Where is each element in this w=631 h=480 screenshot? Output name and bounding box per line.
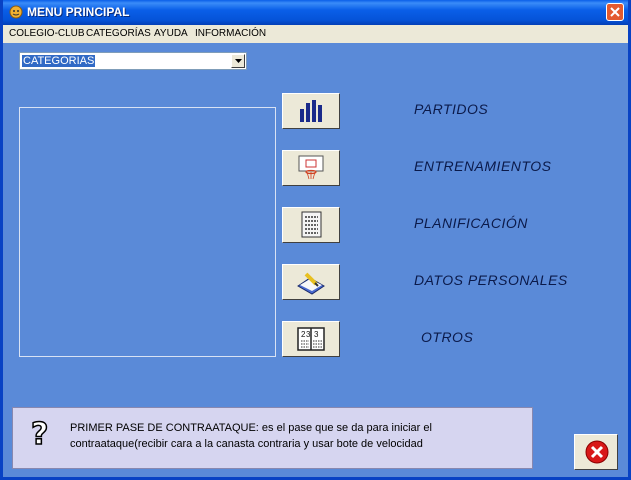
categories-dropdown-value: CATEGORIAS [22, 55, 96, 67]
otros-label: OTROS [421, 329, 474, 345]
notepad-pen-icon [297, 272, 325, 295]
app-icon [9, 5, 23, 19]
close-icon [610, 7, 620, 17]
dropdown-arrow-button[interactable] [231, 54, 245, 68]
partidos-label: PARTIDOS [414, 101, 489, 117]
svg-text:3: 3 [314, 330, 319, 339]
window-close-button[interactable] [606, 3, 624, 21]
categories-dropdown[interactable]: CATEGORIAS [19, 52, 247, 70]
menu-ayuda[interactable]: AYUDA [154, 28, 188, 39]
title-bar[interactable]: MENU PRINCIPAL [3, 0, 628, 25]
menu-categorias[interactable]: CATEGORÍAS [86, 28, 151, 39]
exit-button[interactable] [574, 434, 618, 470]
bar-chart-icon [300, 100, 322, 122]
menu-colegio-club[interactable]: COLEGIO-CLUB [9, 28, 85, 39]
window-title: MENU PRINCIPAL [27, 5, 130, 19]
calendar-book-icon: 2 3 3 [297, 327, 325, 351]
question-icon: ? [30, 418, 49, 448]
entrenamientos-label: ENTRENAMIENTOS [414, 158, 552, 174]
menu-informacion[interactable]: INFORMACIÓN [195, 28, 266, 39]
partidos-button[interactable] [282, 93, 340, 129]
basketball-hoop-icon [298, 155, 324, 180]
exit-x-icon [585, 440, 609, 464]
main-window: MENU PRINCIPAL COLEGIO-CLUB CATEGORÍAS A… [0, 0, 631, 480]
entrenamientos-button[interactable] [282, 150, 340, 186]
svg-text:3: 3 [306, 330, 311, 339]
tip-panel: ? PRIMER PASE DE CONTRAATAQUE: es el pas… [12, 407, 533, 469]
datos-personales-label: DATOS PERSONALES [414, 272, 568, 288]
menu-bar: COLEGIO-CLUB CATEGORÍAS AYUDA INFORMACIÓ… [3, 25, 628, 43]
planificacion-button[interactable] [282, 207, 340, 243]
tip-text: PRIMER PASE DE CONTRAATAQUE: es el pase … [70, 422, 432, 450]
categories-list[interactable] [19, 107, 276, 357]
planificacion-label: PLANIFICACIÓN [414, 215, 528, 231]
datos-personales-button[interactable] [282, 264, 340, 300]
svg-text:?: ? [31, 418, 48, 448]
document-list-icon [301, 211, 322, 238]
chevron-down-icon [235, 59, 242, 63]
otros-button[interactable]: 2 3 3 [282, 321, 340, 357]
